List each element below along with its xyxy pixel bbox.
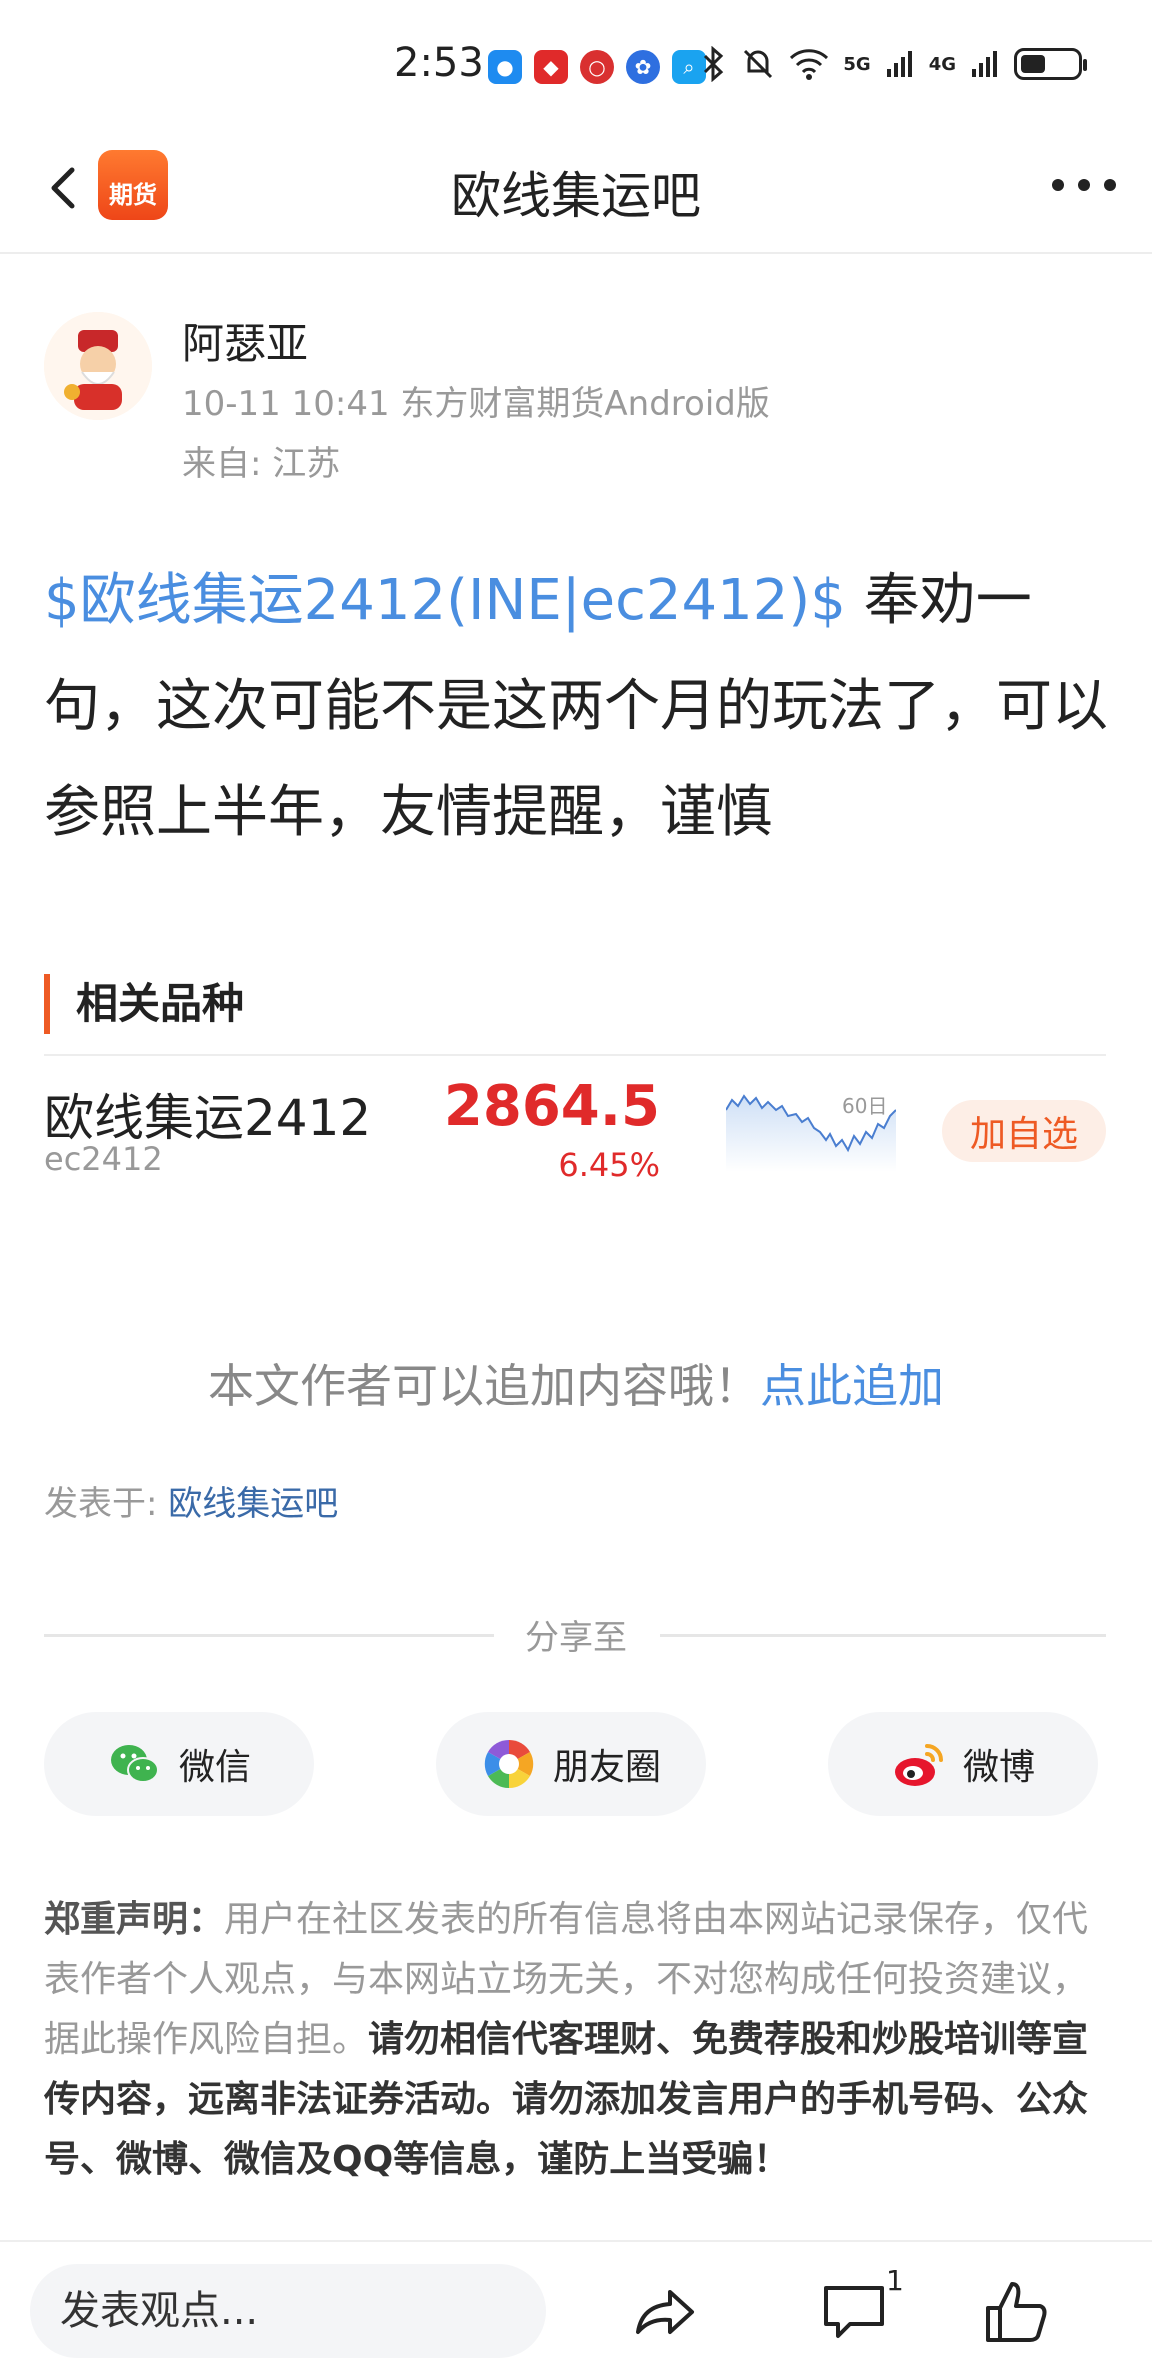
wifi-icon bbox=[790, 49, 829, 80]
mute-icon bbox=[744, 49, 773, 79]
battery-icon bbox=[1014, 48, 1087, 80]
author-name[interactable]: 阿瑟亚 bbox=[182, 310, 308, 371]
bank-icon: ○ bbox=[580, 50, 614, 84]
network-5g-label: 5G bbox=[843, 53, 871, 75]
share-wechat-label: 微信 bbox=[178, 1747, 251, 1788]
comment-input[interactable]: 发表观点... bbox=[30, 2264, 546, 2358]
page-title: 欧线集运吧 bbox=[451, 167, 701, 225]
share-moments-label: 朋友圈 bbox=[552, 1747, 661, 1788]
weibo-icon bbox=[894, 1744, 943, 1786]
share-icon[interactable] bbox=[628, 2276, 700, 2348]
append-text: 本文作者可以追加内容哦！ bbox=[208, 1359, 760, 1413]
stock-tag-link[interactable]: $欧线集运2412(INE|ec2412)$ bbox=[44, 568, 846, 633]
disclaimer-colon: ： bbox=[188, 1899, 225, 1940]
instrument-code: ec2412 bbox=[44, 1140, 163, 1178]
app-notification-icon: ◆ bbox=[534, 50, 568, 84]
notification-icons: ● ◆ ○ ✿ ⌕ bbox=[488, 50, 706, 84]
post-meta: 10-11 10:41 东方财富期货Android版 bbox=[182, 384, 770, 424]
instrument-price: 2864.5 bbox=[443, 1074, 660, 1139]
forum-link[interactable]: 欧线集运吧 bbox=[168, 1484, 338, 1524]
disclaimer-label: 郑重声明 bbox=[44, 1899, 189, 1940]
posted-in-label: 发表于: bbox=[44, 1484, 169, 1524]
bottom-action-bar: 发表观点... 1 bbox=[0, 2240, 1152, 2376]
like-icon[interactable] bbox=[980, 2276, 1052, 2348]
share-weibo-button[interactable]: 微博 bbox=[828, 1712, 1098, 1816]
post-location: 来自: 江苏 bbox=[182, 444, 341, 484]
nav-bar: 期货 欧线集运吧 bbox=[0, 130, 1152, 254]
instrument-change: 6.45% bbox=[558, 1146, 660, 1184]
avatar-image bbox=[44, 312, 152, 420]
append-link[interactable]: 点此追加 bbox=[760, 1359, 944, 1413]
chart-period-label: 60日 bbox=[842, 1094, 888, 1118]
status-time: 2:53 bbox=[394, 40, 484, 86]
related-section-title: 相关品种 bbox=[44, 974, 244, 1034]
share-wechat-button[interactable]: 微信 bbox=[44, 1712, 314, 1816]
moments-icon bbox=[484, 1739, 534, 1789]
signal-icon-2 bbox=[972, 51, 997, 77]
system-icons: 5G 4G bbox=[701, 46, 1087, 82]
signal-icon bbox=[886, 51, 912, 77]
disclaimer: 郑重声明：用户在社区发表的所有信息将由本网站记录保存，仅代表作者个人观点，与本网… bbox=[44, 1890, 1110, 2190]
divider bbox=[44, 1054, 1106, 1056]
comment-count: 1 bbox=[886, 2264, 904, 2297]
author-avatar[interactable] bbox=[44, 312, 152, 420]
status-bar: 2:53 ● ◆ ○ ✿ ⌕ 5G 4G bbox=[0, 0, 1152, 130]
comment-icon[interactable] bbox=[818, 2276, 890, 2348]
post-body: $欧线集运2412(INE|ec2412)$ 奉劝一句，这次可能不是这两个月的玩… bbox=[44, 548, 1114, 866]
message-icon: ● bbox=[488, 50, 522, 84]
add-watchlist-button[interactable]: 加自选 bbox=[942, 1100, 1106, 1162]
network-4g-label: 4G bbox=[928, 53, 956, 75]
wechat-icon bbox=[110, 1745, 159, 1783]
posted-in: 发表于: 欧线集运吧 bbox=[44, 1476, 338, 1525]
bluetooth-icon bbox=[704, 46, 724, 82]
baidu-icon: ✿ bbox=[626, 50, 660, 84]
share-weibo-label: 微博 bbox=[962, 1747, 1035, 1788]
append-prompt: 本文作者可以追加内容哦！点此追加 bbox=[0, 1350, 1152, 1416]
share-moments-button[interactable]: 朋友圈 bbox=[436, 1712, 706, 1816]
divider bbox=[660, 1634, 1106, 1637]
more-icon[interactable] bbox=[1046, 170, 1122, 200]
